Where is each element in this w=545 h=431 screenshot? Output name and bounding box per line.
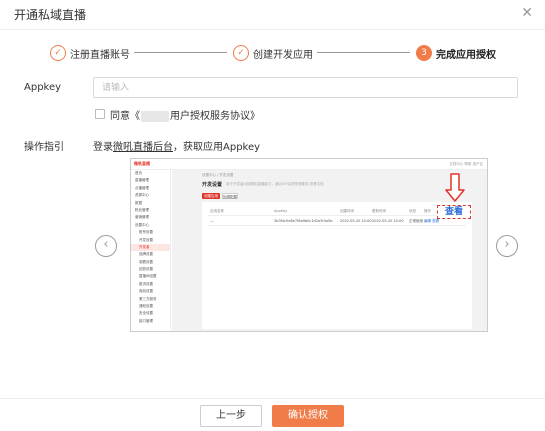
mini-td: 3b3f4c5d6e7f8a9b0c1d2e3f4a5b xyxy=(274,219,333,223)
agree-checkbox[interactable] xyxy=(95,109,105,119)
mini-sidebar-item: 设置中心 xyxy=(135,222,149,227)
guide-label: 操作指引 xyxy=(24,142,64,153)
mini-sidebar-item: 直播管理 xyxy=(135,178,149,183)
agreement-prefix: 同意《 xyxy=(110,111,140,122)
mini-row-divider xyxy=(208,215,466,216)
mini-topbar: 微吼直播 文档中心 帮助 用户名 xyxy=(131,159,487,170)
blurred-brand xyxy=(141,110,169,122)
guide-suffix: ，获取应用Appkey xyxy=(173,142,261,153)
mini-th: AppKey xyxy=(274,209,288,213)
mini-create-button: 创建应用 xyxy=(202,193,220,199)
mini-sidebar-item: 通知设置 xyxy=(139,304,153,309)
mini-table: 应用名称 AppKey 创建时间 更新时间 状态 操作 — 3b3f4c5d6e… xyxy=(202,202,472,329)
step-3-label: 完成应用授权 xyxy=(436,50,496,61)
mini-sidebar-item: 安全设置 xyxy=(139,311,153,316)
mini-sidebar-item: 直播间设置 xyxy=(139,274,157,279)
guide-text: 登录微吼直播后台，获取应用Appkey xyxy=(93,138,260,153)
mini-th: 更新时间 xyxy=(372,209,386,213)
mini-sidebar-item: 账号设置 xyxy=(139,230,153,235)
step-indicator: ✓ 注册直播账号 ✓ 创建开发应用 3 完成应用授权 xyxy=(0,42,545,66)
mini-manage-button: 回调配置 xyxy=(222,193,238,199)
mini-topbar-right: 文档中心 帮助 用户名 xyxy=(449,162,483,166)
mini-th: 创建时间 xyxy=(340,209,354,213)
appkey-label: Appkey xyxy=(24,82,62,93)
mini-th: 状态 xyxy=(409,209,416,213)
mini-sidebar-item: 营销管理 xyxy=(135,215,149,220)
step-connector-1 xyxy=(134,52,227,53)
mini-sidebar-item: 点播管理 xyxy=(135,185,149,190)
step-1-label: 注册直播账号 xyxy=(70,50,130,61)
prev-image-button[interactable]: ‹ xyxy=(95,235,117,257)
mini-sidebar-item: 开发者 xyxy=(131,243,170,252)
mini-th: 操作 xyxy=(424,209,431,213)
mini-row-divider xyxy=(208,225,466,226)
mini-sidebar-item: 商品设置 xyxy=(139,289,153,294)
mini-td: 编辑 查看 xyxy=(424,219,440,223)
agreement-text[interactable]: 同意《 用户授权服务协议》 xyxy=(110,107,260,122)
step-2-check-icon: ✓ xyxy=(233,45,249,61)
mini-td: — xyxy=(210,219,214,223)
next-image-button[interactable]: › xyxy=(496,235,518,257)
step-2-label: 创建开发应用 xyxy=(253,50,313,61)
view-highlight: 查看 xyxy=(437,205,471,219)
appkey-input[interactable] xyxy=(93,77,518,98)
mini-sidebar-item: 推流设置 xyxy=(139,281,153,286)
step-1-check-icon: ✓ xyxy=(50,45,66,61)
mini-logo: 微吼直播 xyxy=(134,161,150,166)
down-arrow-icon xyxy=(445,173,465,202)
mini-main: 设置中心 / 开发设置 开发设置 用于开发者对接微吼直播能力，通过API实现快速… xyxy=(172,170,487,331)
prev-step-button[interactable]: 上一步 xyxy=(200,405,262,427)
mini-sidebar-item: 首页 xyxy=(135,171,142,175)
mini-th: 应用名称 xyxy=(210,209,224,213)
mini-sidebar-item: 开发设置 xyxy=(139,237,153,242)
mini-td: 正常使用 xyxy=(409,219,423,223)
footer-divider xyxy=(0,398,545,399)
mini-sidebar-item: 第三方服务 xyxy=(139,296,157,301)
mini-breadcrumb: 设置中心 / 开发设置 xyxy=(202,173,234,177)
close-icon[interactable]: ✕ xyxy=(521,5,533,21)
step-connector-2 xyxy=(317,52,410,53)
mini-td: 2022-05-20 10:00 xyxy=(372,219,404,223)
guide-prefix: 登录 xyxy=(93,142,113,153)
mini-sidebar-item: 观看设置 xyxy=(139,259,153,264)
agreement-link[interactable]: 用户授权服务协议》 xyxy=(170,111,260,122)
guide-link[interactable]: 微吼直播后台 xyxy=(113,142,173,153)
dialog-title: 开通私域直播 xyxy=(14,8,87,22)
mini-sidebar-item: 回放设置 xyxy=(139,267,153,272)
mini-page-title: 开发设置 xyxy=(202,182,223,188)
confirm-auth-button[interactable]: 确认授权 xyxy=(272,405,344,427)
dialog-header: 开通私域直播 ✕ xyxy=(0,0,545,30)
mini-sidebar-item: 数据 xyxy=(135,200,142,205)
mini-td: 2022-05-20 10:00 xyxy=(340,219,372,223)
mini-sidebar-item: 粉丝管理 xyxy=(135,207,149,212)
mini-sidebar-item: 品牌设置 xyxy=(139,252,153,257)
step-3-number: 3 xyxy=(416,45,432,61)
mini-sidebar-item: 接口管理 xyxy=(139,318,153,323)
mini-page-subtitle: 用于开发者对接微吼直播能力，通过API实现快速集成 查看文档 xyxy=(226,182,324,186)
mini-sidebar: 首页直播管理点播管理资源中心数据粉丝管理营销管理设置中心账号设置开发设置 开发者品… xyxy=(131,170,171,331)
mini-sidebar-item: 资源中心 xyxy=(135,193,149,198)
guide-screenshot: 微吼直播 文档中心 帮助 用户名 首页直播管理点播管理资源中心数据粉丝管理营销管… xyxy=(130,158,488,332)
